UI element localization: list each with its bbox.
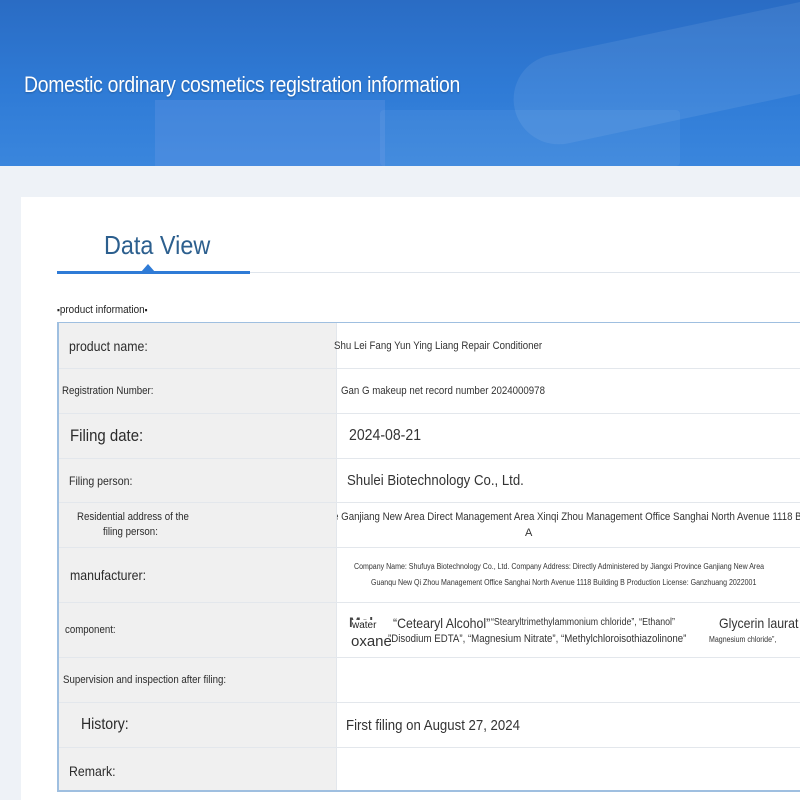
- section-heading: ▪product information▪: [57, 304, 148, 316]
- field-label: Registration Number:: [62, 385, 154, 397]
- filing-person-value: Shulei Biotechnology Co., Ltd.: [347, 472, 524, 489]
- component-fragment: water: [352, 620, 377, 631]
- bracket-icon: ▪: [144, 305, 148, 315]
- page-banner: Domestic ordinary cosmetics registration…: [0, 0, 800, 166]
- field-label: Filing date:: [70, 426, 144, 445]
- component-fragment: “Cetearyl Alcohol”: [393, 615, 491, 631]
- table-row: Residential address of the filing person…: [59, 503, 800, 548]
- field-label: Residential address of the: [77, 511, 189, 523]
- registration-number-value: Gan G makeup net record number 202400097…: [341, 385, 545, 397]
- field-label: Remark:: [69, 762, 116, 779]
- tab-data-view[interactable]: Data View: [104, 230, 210, 261]
- address-value: A: [525, 527, 533, 539]
- manufacturer-value: Company Name: Shufuya Biotechnology Co.,…: [354, 562, 765, 571]
- address-value: Jiangxi Province Ganjiang New Area Direc…: [337, 511, 800, 523]
- table-row: Supervision and inspection after filing:: [59, 658, 800, 703]
- field-label: History:: [81, 716, 129, 733]
- table-row: Registration Number: Gan G makeup net re…: [59, 369, 800, 414]
- component-fragment: Glycerin laurat: [719, 615, 799, 631]
- field-label: filing person:: [103, 526, 158, 538]
- filing-date-value: 2024-08-21: [349, 427, 422, 444]
- history-value: First filing on August 27, 2024: [346, 716, 520, 734]
- field-label: Filing person:: [69, 473, 133, 488]
- table-row: manufacturer: Company Name: Shufuya Biot…: [59, 548, 800, 603]
- component-fragment: oxane: [351, 633, 392, 650]
- table-row: Remark:: [59, 748, 800, 790]
- field-label: product name:: [69, 337, 148, 354]
- page-title: Domestic ordinary cosmetics registration…: [24, 72, 461, 97]
- table-row: Filing person: Shulei Biotechnology Co.,…: [59, 459, 800, 503]
- table-row: History: First filing on August 27, 2024: [59, 703, 800, 748]
- table-row: component: Mol water oxane “Cetearyl Alc…: [59, 603, 800, 658]
- component-fragment: Magnesium chloride”,: [709, 635, 777, 644]
- product-name-value: Shu Lei Fang Yun Ying Liang Repair Condi…: [334, 339, 543, 352]
- table-row: Filing date: 2024-08-21: [59, 414, 800, 459]
- active-tab-caret: [141, 264, 155, 272]
- manufacturer-value: Guanqu New Qi Zhou Management Office San…: [371, 578, 757, 587]
- field-label: component:: [65, 624, 116, 636]
- field-label: manufacturer:: [70, 567, 147, 583]
- banner-decoration: [155, 100, 385, 166]
- table-row: product name: Shu Lei Fang Yun Ying Lian…: [59, 323, 800, 369]
- field-label: Supervision and inspection after filing:: [63, 674, 227, 686]
- product-info-table: product name: Shu Lei Fang Yun Ying Lian…: [57, 322, 800, 792]
- component-fragment: “Stearyltrimethylammonium chloride”, “Et…: [491, 617, 675, 628]
- banner-decoration: [380, 110, 680, 166]
- component-fragment: ”Disodium EDTA”, “Magnesium Nitrate”, “M…: [388, 633, 687, 645]
